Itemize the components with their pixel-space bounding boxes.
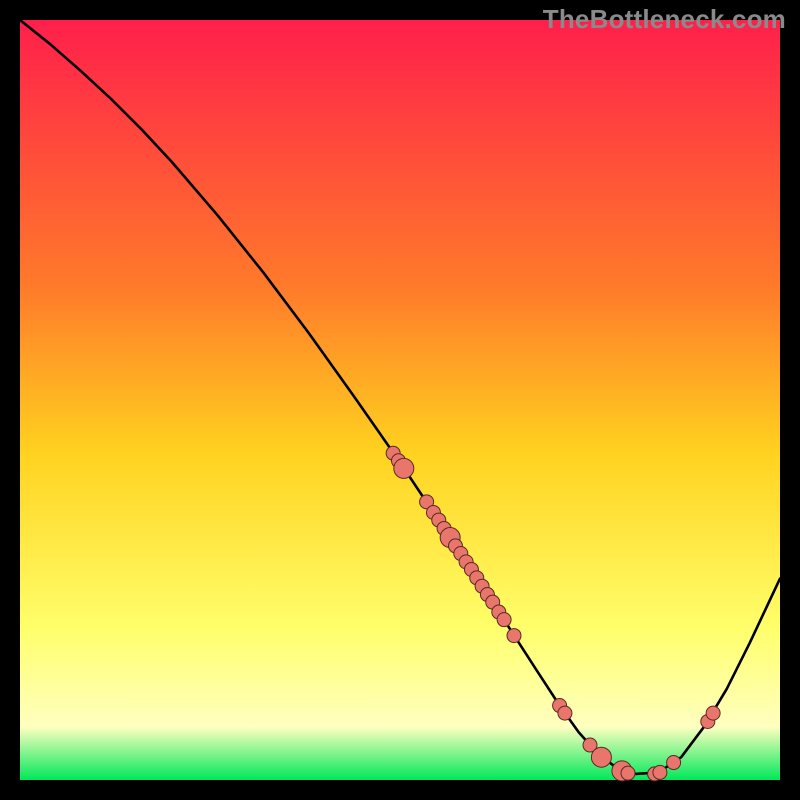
bottleneck-chart	[0, 0, 800, 800]
data-point	[394, 458, 414, 478]
data-point	[497, 613, 511, 627]
data-point	[667, 756, 681, 770]
watermark-label: TheBottleneck.com	[543, 4, 786, 35]
data-point	[558, 706, 572, 720]
chart-stage: TheBottleneck.com	[0, 0, 800, 800]
plot-background	[20, 20, 780, 780]
data-point	[591, 747, 611, 767]
data-point	[706, 706, 720, 720]
data-point	[621, 766, 635, 780]
data-point	[507, 629, 521, 643]
data-point	[653, 765, 667, 779]
